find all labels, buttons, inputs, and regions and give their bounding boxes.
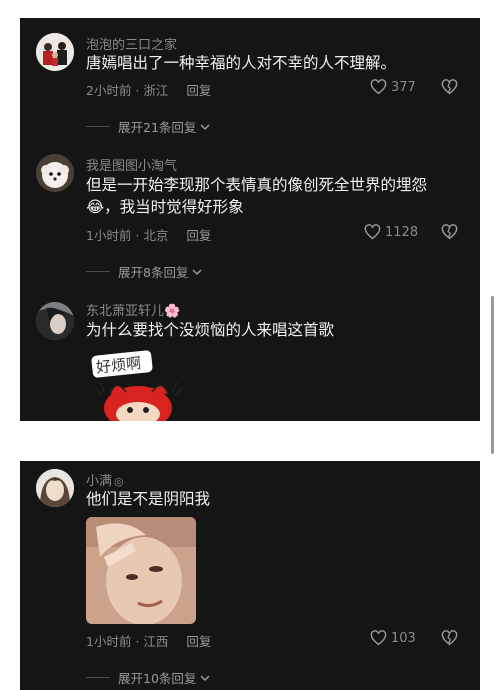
expand-replies-label: 展开8条回复 bbox=[118, 265, 189, 280]
flower-emoji-icon: 🌸 bbox=[164, 304, 181, 319]
divider bbox=[86, 271, 110, 272]
expand-replies-label: 展开10条回复 bbox=[118, 671, 197, 686]
avatar[interactable] bbox=[36, 302, 74, 340]
chevron-down-icon bbox=[200, 123, 210, 130]
expand-replies-label: 展开21条回复 bbox=[118, 120, 197, 135]
like-count: 103 bbox=[391, 630, 416, 646]
comment-sticker[interactable]: 好烦啊 bbox=[86, 348, 206, 421]
reply-button[interactable]: 回复 bbox=[186, 634, 211, 649]
expand-replies-button[interactable]: 展开10条回复 bbox=[86, 668, 211, 687]
comment-text: 但是一开始李现那个表情真的像创死全世界的埋怨 😂，我当时觉得好形象 bbox=[86, 174, 466, 218]
comment-image[interactable] bbox=[86, 517, 196, 624]
comment-text: 为什么要找个没烦恼的人来唱这首歌 bbox=[86, 321, 335, 339]
comment-username[interactable]: 泡泡的三口之家 bbox=[86, 34, 177, 53]
comment-text: 他们是不是阴阳我 bbox=[86, 490, 211, 508]
chevron-down-icon bbox=[192, 268, 202, 275]
divider bbox=[86, 126, 110, 127]
comment-panel-bottom: 小满 ◎ 他们是不是阴阳我 1小时前 · 江西 回复 103 展开10条回复 bbox=[20, 461, 480, 690]
dislike-button[interactable] bbox=[441, 224, 458, 244]
reply-button[interactable]: 回复 bbox=[186, 83, 211, 98]
like-button[interactable]: 1128 bbox=[364, 224, 418, 240]
comment-time-location: 1小时前 · 北京 bbox=[86, 228, 169, 243]
like-count: 377 bbox=[391, 79, 416, 95]
like-button[interactable]: 103 bbox=[370, 630, 416, 646]
scrollbar[interactable] bbox=[491, 296, 494, 454]
heart-broken-icon bbox=[441, 79, 458, 95]
comment-meta: 1小时前 · 江西 回复 bbox=[86, 631, 211, 650]
comment-text-line: 😂，我当时觉得好形象 bbox=[86, 198, 244, 216]
heart-outline-icon bbox=[370, 630, 387, 646]
avatar[interactable] bbox=[36, 154, 74, 192]
expand-replies-button[interactable]: 展开8条回复 bbox=[86, 262, 203, 281]
like-count: 1128 bbox=[385, 224, 419, 240]
heart-broken-icon bbox=[441, 224, 458, 240]
comment-text: 唐嫣唱出了一种幸福的人对不幸的人不理解。 bbox=[86, 54, 397, 72]
dislike-button[interactable] bbox=[441, 79, 458, 99]
comment-username[interactable]: 东北萧亚轩儿🌸 bbox=[86, 300, 180, 319]
chevron-down-icon bbox=[200, 674, 210, 681]
tag-icon: ◎ bbox=[114, 475, 124, 488]
dislike-button[interactable] bbox=[441, 630, 458, 650]
comment-time-location: 2小时前 · 浙江 bbox=[86, 83, 169, 98]
comment-username[interactable]: 我是图图小淘气 bbox=[86, 155, 177, 174]
like-button[interactable]: 377 bbox=[370, 79, 416, 95]
avatar[interactable] bbox=[36, 33, 74, 71]
comment-time-location: 1小时前 · 江西 bbox=[86, 634, 169, 649]
heart-outline-icon bbox=[370, 79, 387, 95]
heart-outline-icon bbox=[364, 224, 381, 240]
comment-meta: 2小时前 · 浙江 回复 bbox=[86, 80, 211, 99]
comment-text-line: 但是一开始李现那个表情真的像创死全世界的埋怨 bbox=[86, 176, 428, 194]
reply-button[interactable]: 回复 bbox=[186, 228, 211, 243]
expand-replies-button[interactable]: 展开21条回复 bbox=[86, 117, 211, 136]
comment-meta: 1小时前 · 北京 回复 bbox=[86, 225, 211, 244]
avatar[interactable] bbox=[36, 469, 74, 507]
comment-panel-top: 泡泡的三口之家 唐嫣唱出了一种幸福的人对不幸的人不理解。 2小时前 · 浙江 回… bbox=[20, 18, 480, 421]
heart-broken-icon bbox=[441, 630, 458, 646]
laughing-emoji-icon: 😂 bbox=[86, 198, 105, 216]
divider bbox=[86, 677, 110, 678]
comment-username[interactable]: 小满 ◎ bbox=[86, 470, 124, 489]
